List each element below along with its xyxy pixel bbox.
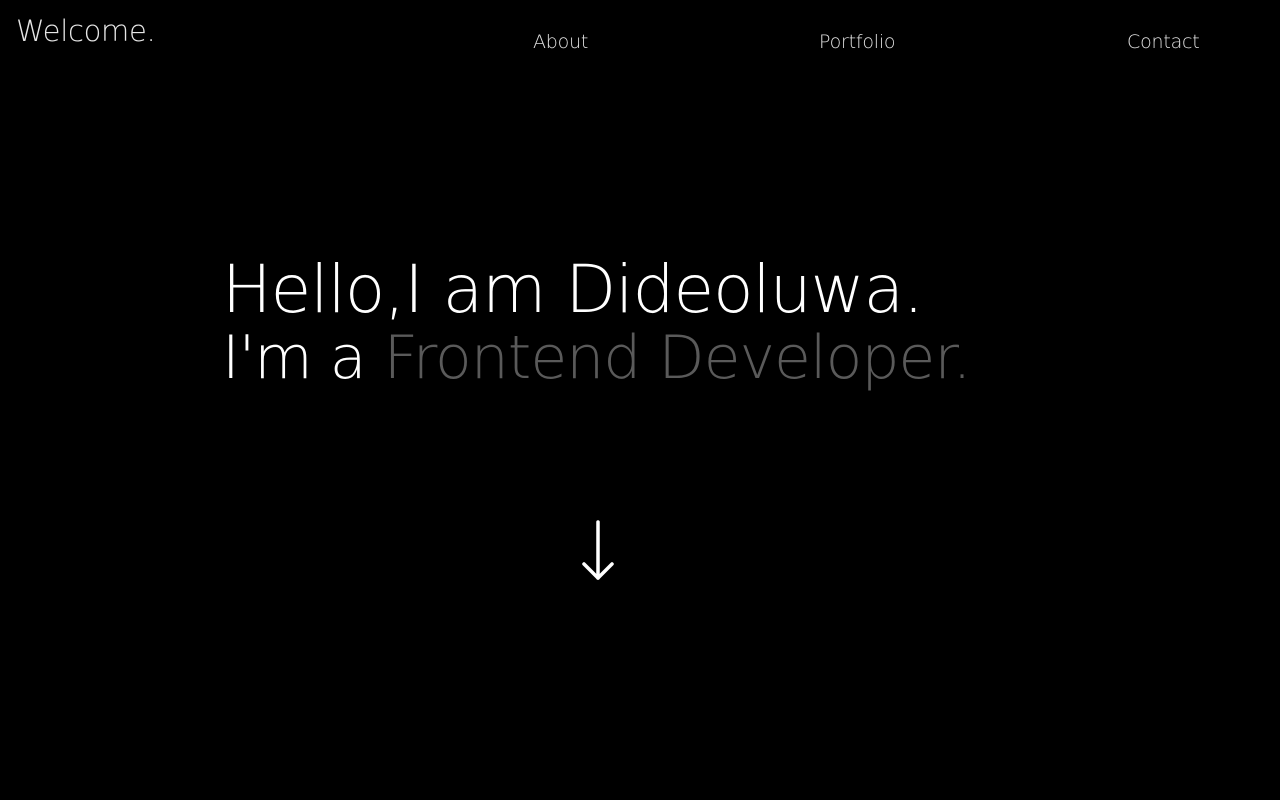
hero-role-highlight: Frontend Developer. bbox=[383, 323, 972, 393]
hero-role-prefix: I'm a bbox=[222, 323, 384, 393]
nav-link-about[interactable]: About bbox=[533, 31, 588, 53]
nav-link-contact[interactable]: Contact bbox=[1127, 31, 1200, 53]
hero-section: Hello,I am Dideoluwa. I'm a Frontend Dev… bbox=[222, 248, 1122, 392]
arrow-down-icon[interactable] bbox=[579, 518, 617, 584]
hero-role: I'm a Frontend Developer. bbox=[222, 324, 1122, 392]
site-brand: Welcome. bbox=[16, 14, 156, 48]
nav-link-portfolio[interactable]: Portfolio bbox=[819, 31, 896, 53]
hero-greeting: Hello,I am Dideoluwa. bbox=[222, 251, 924, 328]
